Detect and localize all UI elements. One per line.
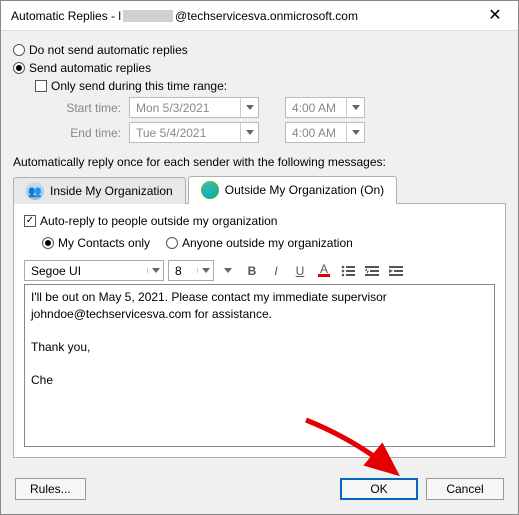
end-time-label: End time: — [57, 126, 121, 140]
start-time-label: Start time: — [57, 101, 121, 115]
chevron-down-icon — [240, 98, 258, 117]
editor-toolbar: Segoe UI 8 B I U A — [24, 260, 495, 281]
radio-icon — [13, 44, 25, 56]
section-heading: Automatically reply once for each sender… — [13, 155, 506, 169]
option-time-range[interactable]: Only send during this time range: — [35, 79, 506, 93]
message-line: I'll be out on May 5, 2021. Please conta… — [31, 289, 488, 306]
bold-button[interactable]: B — [242, 261, 262, 281]
start-time-value: 4:00 AM — [286, 101, 346, 115]
option-label: My Contacts only — [58, 236, 150, 250]
chevron-down-icon — [147, 268, 163, 273]
start-time-row: Start time: Mon 5/3/2021 4:00 AM — [57, 97, 506, 118]
font-color-button[interactable]: A — [314, 261, 334, 281]
start-time-combo[interactable]: 4:00 AM — [285, 97, 365, 118]
message-line: Thank you, — [31, 339, 488, 356]
outdent-button[interactable] — [362, 261, 382, 281]
radio-icon — [42, 237, 54, 249]
message-line: johndoe@techservicesva.com for assistanc… — [31, 306, 488, 323]
tab-outside[interactable]: 🌐 Outside My Organization (On) — [188, 176, 397, 204]
end-time-row: End time: Tue 5/4/2021 4:00 AM — [57, 122, 506, 143]
chevron-down-icon — [240, 123, 258, 142]
end-date-value: Tue 5/4/2021 — [130, 126, 240, 140]
option-contacts-only[interactable]: My Contacts only — [42, 236, 150, 250]
people-icon: 👥 — [26, 182, 44, 200]
check-label: Auto-reply to people outside my organiza… — [40, 214, 277, 228]
checkbox-icon — [35, 80, 47, 92]
chevron-down-icon[interactable] — [218, 261, 238, 281]
option-label: Send automatic replies — [29, 61, 151, 75]
chevron-down-icon — [197, 268, 213, 273]
rules-button[interactable]: Rules... — [15, 478, 86, 500]
chevron-down-icon — [346, 123, 364, 142]
italic-button[interactable]: I — [266, 261, 286, 281]
font-family-value: Segoe UI — [25, 264, 147, 278]
redacted-name — [123, 10, 173, 22]
option-anyone[interactable]: Anyone outside my organization — [166, 236, 353, 250]
dialog-footer: Rules... OK Cancel — [1, 468, 518, 514]
start-date-value: Mon 5/3/2021 — [130, 101, 240, 115]
message-editor[interactable]: I'll be out on May 5, 2021. Please conta… — [24, 284, 495, 447]
option-label: Only send during this time range: — [51, 79, 227, 93]
underline-button[interactable]: U — [290, 261, 310, 281]
bullet-list-button[interactable] — [338, 261, 358, 281]
window-title: Automatic Replies - l @techservicesva.onm… — [11, 9, 476, 23]
title-suffix: @techservicesva.onmicrosoft.com — [175, 9, 358, 23]
option-label: Anyone outside my organization — [182, 236, 353, 250]
option-do-not-send[interactable]: Do not send automatic replies — [13, 43, 506, 57]
tab-inside[interactable]: 👥 Inside My Organization — [13, 177, 186, 204]
end-date-combo[interactable]: Tue 5/4/2021 — [129, 122, 259, 143]
scope-radio-group: My Contacts only Anyone outside my organ… — [42, 234, 495, 252]
tab-bar: 👥 Inside My Organization 🌐 Outside My Or… — [13, 175, 506, 204]
chevron-down-icon — [346, 98, 364, 117]
start-date-combo[interactable]: Mon 5/3/2021 — [129, 97, 259, 118]
message-line: Che — [31, 372, 488, 389]
checkbox-icon — [24, 215, 36, 227]
font-size-combo[interactable]: 8 — [168, 260, 214, 281]
font-family-combo[interactable]: Segoe UI — [24, 260, 164, 281]
end-time-value: 4:00 AM — [286, 126, 346, 140]
ok-button[interactable]: OK — [340, 478, 418, 500]
tab-label: Outside My Organization (On) — [225, 183, 384, 197]
auto-reply-outside-check[interactable]: Auto-reply to people outside my organiza… — [24, 214, 495, 228]
font-size-value: 8 — [169, 264, 197, 278]
indent-button[interactable] — [386, 261, 406, 281]
end-time-combo[interactable]: 4:00 AM — [285, 122, 365, 143]
radio-icon — [13, 62, 25, 74]
tab-outside-panel: Auto-reply to people outside my organiza… — [13, 204, 506, 458]
radio-icon — [166, 237, 178, 249]
cancel-button[interactable]: Cancel — [426, 478, 504, 500]
tab-label: Inside My Organization — [50, 184, 173, 198]
dialog-body: Do not send automatic replies Send autom… — [1, 31, 518, 468]
close-button[interactable]: ✕ — [476, 2, 514, 30]
option-label: Do not send automatic replies — [29, 43, 188, 57]
globe-icon: 🌐 — [201, 181, 219, 199]
option-send[interactable]: Send automatic replies — [13, 61, 506, 75]
title-prefix: Automatic Replies - l — [11, 9, 121, 23]
titlebar: Automatic Replies - l @techservicesva.onm… — [1, 1, 518, 31]
